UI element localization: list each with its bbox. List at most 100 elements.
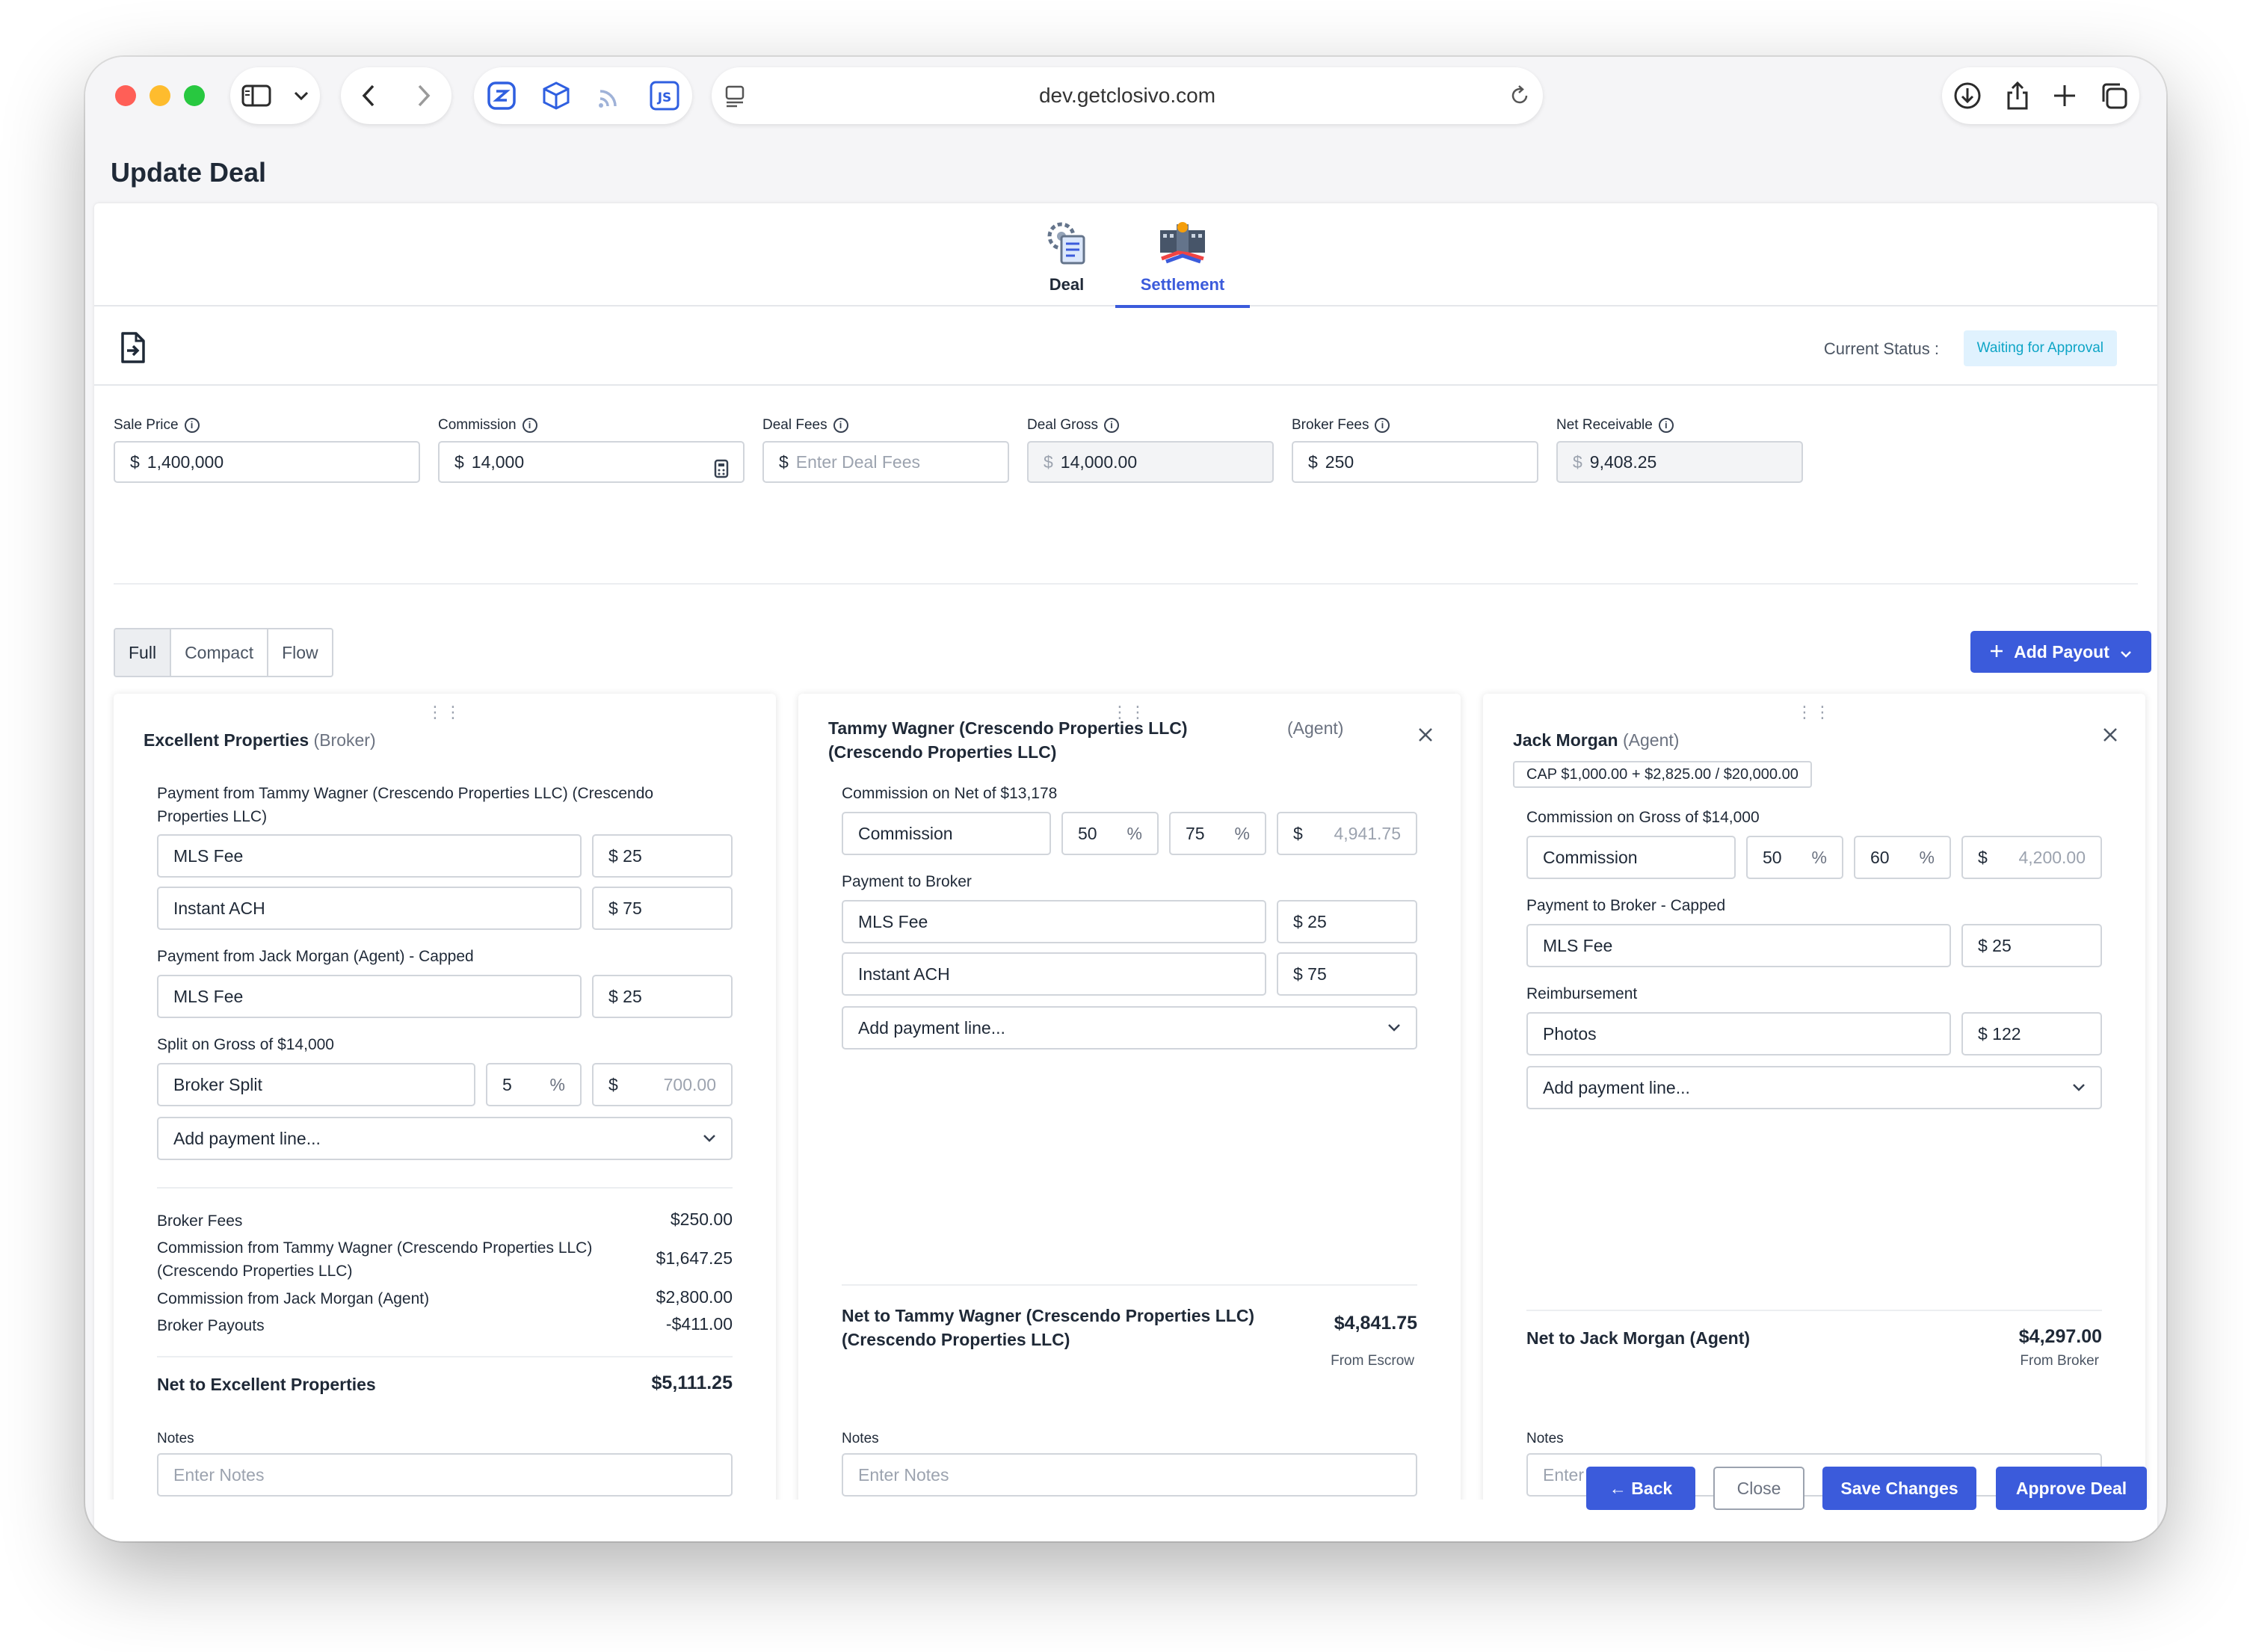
info-icon[interactable]: i bbox=[522, 418, 537, 433]
broker-fees-input[interactable]: $250 bbox=[1292, 441, 1538, 483]
browser-actions-group bbox=[1942, 67, 2139, 124]
percent-input[interactable]: 50% bbox=[1061, 812, 1159, 855]
chevron-down-icon bbox=[2073, 1084, 2085, 1091]
split-name-input[interactable]: Broker Split bbox=[157, 1063, 475, 1106]
view-compact-button[interactable]: Compact bbox=[171, 629, 269, 676]
add-payout-button[interactable]: Add Payout bbox=[1970, 631, 2151, 673]
percent-input[interactable]: 50% bbox=[1746, 836, 1843, 879]
net-divider bbox=[1526, 1310, 2102, 1311]
commission-input[interactable]: $14,000 bbox=[438, 441, 745, 483]
sale-price-input[interactable]: $1,400,000 bbox=[114, 441, 420, 483]
js-icon[interactable]: JS bbox=[649, 80, 680, 111]
payout-card-agent-tammy: ⋮⋮ Tammy Wagner (Crescendo Properties LL… bbox=[798, 694, 1461, 1541]
summary-value: $250.00 bbox=[670, 1209, 733, 1229]
commission-amount-field: $4,200.00 bbox=[1961, 836, 2102, 879]
net-value: $5,111.25 bbox=[651, 1372, 733, 1393]
add-payment-line-select[interactable]: Add payment line... bbox=[1526, 1066, 2102, 1109]
net-value: $4,841.75 bbox=[1334, 1313, 1417, 1334]
close-icon[interactable] bbox=[2102, 727, 2118, 747]
info-icon[interactable]: i bbox=[184, 418, 200, 433]
browser-window: JS dev.getclosivo.com Update Deal Deal S… bbox=[85, 57, 2166, 1541]
close-icon[interactable] bbox=[1417, 727, 1434, 747]
maximize-window-button[interactable] bbox=[184, 85, 205, 106]
payment-line-name[interactable]: MLS Fee bbox=[1526, 924, 1951, 967]
net-receivable-input: $9,408.25 bbox=[1556, 441, 1803, 483]
add-payout-label: Add Payout bbox=[2014, 641, 2109, 662]
view-flow-button[interactable]: Flow bbox=[268, 629, 332, 676]
add-payment-line-select[interactable]: Add payment line... bbox=[842, 1006, 1417, 1050]
net-value: $4,297.00 bbox=[2018, 1326, 2102, 1347]
reimbursement-name[interactable]: Photos bbox=[1526, 1012, 1951, 1055]
chevron-down-icon bbox=[703, 1135, 715, 1142]
save-changes-button[interactable]: Save Changes bbox=[1822, 1467, 1976, 1510]
view-full-button[interactable]: Full bbox=[115, 629, 172, 676]
deal-fees-input[interactable]: $ Enter Deal Fees bbox=[762, 441, 1009, 483]
forward-icon[interactable] bbox=[416, 84, 431, 108]
percent-input[interactable]: 60% bbox=[1854, 836, 1951, 879]
payment-line-amount[interactable]: $ 25 bbox=[592, 975, 733, 1018]
summary-value: $2,800.00 bbox=[656, 1287, 733, 1307]
info-icon[interactable]: i bbox=[1658, 418, 1674, 433]
payment-line-amount[interactable]: $ 25 bbox=[592, 834, 733, 878]
address-bar[interactable]: dev.getclosivo.com bbox=[712, 67, 1543, 124]
info-icon[interactable]: i bbox=[1375, 418, 1390, 433]
info-icon[interactable]: i bbox=[833, 418, 848, 433]
extension-icon[interactable] bbox=[486, 80, 517, 111]
download-icon[interactable] bbox=[1952, 81, 1982, 111]
payment-line-name[interactable]: MLS Fee bbox=[157, 975, 582, 1018]
back-button[interactable]: ← Back bbox=[1586, 1467, 1695, 1510]
payment-line-amount[interactable]: $ 25 bbox=[1277, 900, 1417, 943]
payout-title: Jack Morgan (Agent) bbox=[1513, 730, 1680, 750]
payout-title: Excellent Properties (Broker) bbox=[144, 730, 376, 750]
cube-icon[interactable] bbox=[540, 80, 572, 111]
payout-title: Tammy Wagner (Crescendo Properties LLC) … bbox=[828, 718, 1188, 762]
notes-input[interactable]: Enter Notes bbox=[842, 1453, 1417, 1497]
reimbursement-amount[interactable]: $ 122 bbox=[1961, 1012, 2102, 1055]
deal-card: Deal Settlement Current Status: Waiting… bbox=[94, 203, 2157, 1541]
close-window-button[interactable] bbox=[115, 85, 136, 106]
minimize-window-button[interactable] bbox=[150, 85, 170, 106]
summary-divider bbox=[157, 1187, 733, 1189]
payout-card-broker: ⋮⋮ Excellent Properties (Broker) Payment… bbox=[114, 694, 776, 1541]
broker-fees-label: Broker Fees i bbox=[1292, 417, 1390, 434]
export-document-icon[interactable] bbox=[118, 330, 148, 369]
drag-handle-icon[interactable]: ⋮⋮ bbox=[114, 703, 776, 722]
tab-settlement[interactable]: Settlement bbox=[1115, 203, 1250, 308]
payment-line-amount[interactable]: $ 75 bbox=[592, 887, 733, 930]
drag-handle-icon[interactable]: ⋮⋮ bbox=[1483, 703, 2145, 722]
info-icon[interactable]: i bbox=[1104, 418, 1120, 433]
summary-value: -$411.00 bbox=[665, 1314, 733, 1334]
rss-icon[interactable] bbox=[596, 81, 626, 111]
add-payment-line-select[interactable]: Add payment line... bbox=[157, 1117, 733, 1160]
chevron-down-icon bbox=[2120, 642, 2132, 662]
back-icon[interactable] bbox=[361, 84, 376, 108]
tabs-overview-icon[interactable] bbox=[2099, 81, 2129, 111]
payment-line-name[interactable]: Instant ACH bbox=[157, 887, 582, 930]
tab-deal[interactable]: Deal bbox=[1027, 203, 1106, 306]
chevron-down-icon[interactable] bbox=[293, 90, 309, 101]
payment-line-amount[interactable]: $ 25 bbox=[1961, 924, 2102, 967]
payment-line-name[interactable]: MLS Fee bbox=[157, 834, 582, 878]
new-tab-icon[interactable] bbox=[2052, 83, 2077, 108]
tab-settlement-label: Settlement bbox=[1140, 275, 1225, 294]
chevron-down-icon bbox=[1388, 1024, 1400, 1032]
payout-card-agent-jack: ⋮⋮ Jack Morgan (Agent) CAP $1,000.00 + $… bbox=[1483, 694, 2145, 1541]
close-button[interactable]: Close bbox=[1713, 1467, 1804, 1510]
notes-input[interactable]: Enter Notes bbox=[157, 1453, 733, 1497]
payment-line-amount[interactable]: $ 75 bbox=[1277, 952, 1417, 996]
status-badge: Waiting for Approval bbox=[1963, 330, 2117, 366]
net-divider bbox=[842, 1284, 1417, 1286]
sidebar-icon[interactable] bbox=[241, 84, 271, 108]
deal-fees-label: Deal Fees i bbox=[762, 417, 848, 434]
approve-deal-button[interactable]: Approve Deal bbox=[1996, 1467, 2147, 1510]
payment-line-name[interactable]: Instant ACH bbox=[842, 952, 1266, 996]
commission-amount-field: $4,941.75 bbox=[1277, 812, 1417, 855]
reload-icon[interactable] bbox=[1508, 84, 1531, 108]
share-icon[interactable] bbox=[2004, 81, 2031, 111]
percent-input[interactable]: 75% bbox=[1169, 812, 1266, 855]
calculator-icon[interactable] bbox=[713, 453, 730, 481]
payment-line-name[interactable]: MLS Fee bbox=[842, 900, 1266, 943]
commission-name-input[interactable]: Commission bbox=[842, 812, 1051, 855]
commission-name-input[interactable]: Commission bbox=[1526, 836, 1736, 879]
split-percent-input[interactable]: 5% bbox=[486, 1063, 582, 1106]
